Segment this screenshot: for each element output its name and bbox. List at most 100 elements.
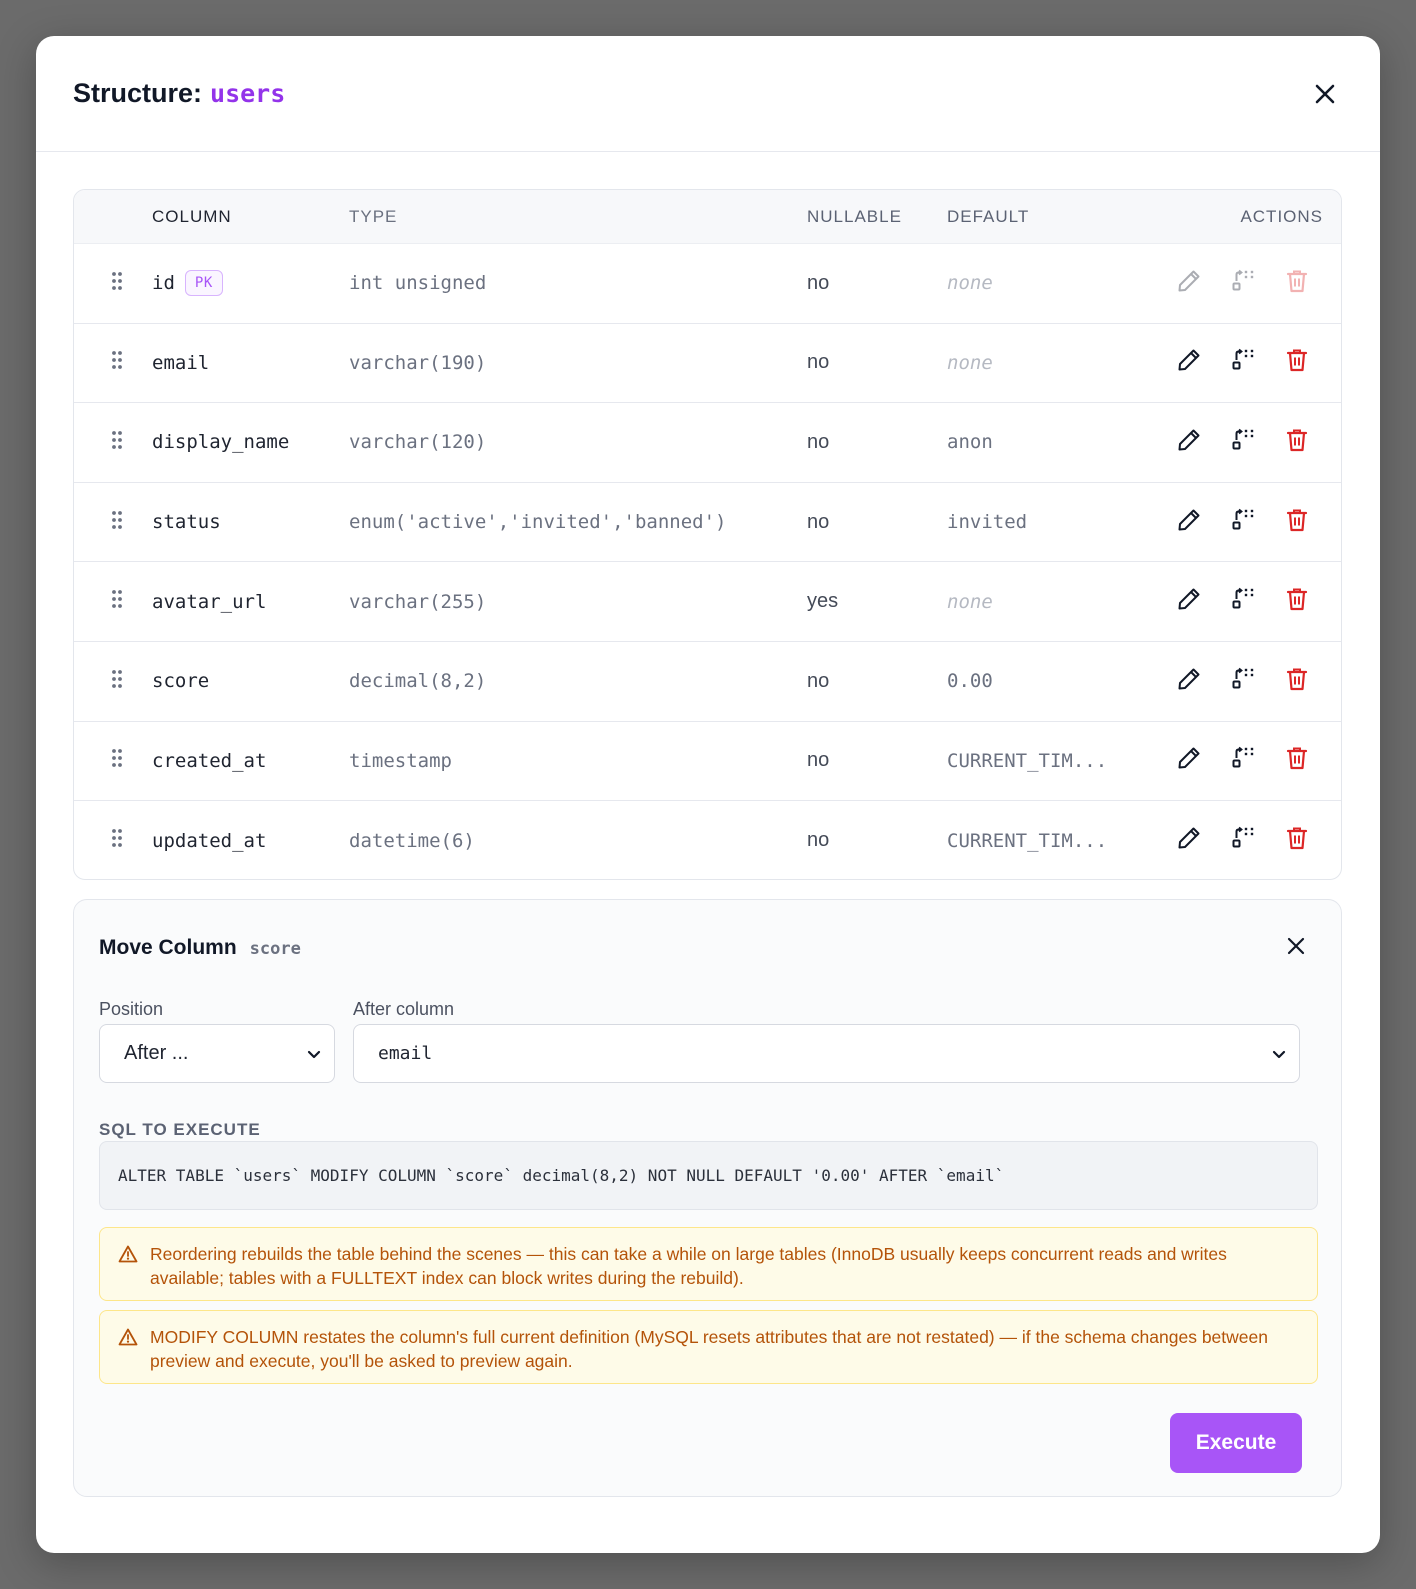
move-column-icon (1230, 666, 1256, 697)
column-nullable: no (807, 271, 830, 294)
drag-handle[interactable] (74, 510, 152, 535)
structure-modal: Structure: users COLUMN TYPE NULLABLE DE… (36, 36, 1380, 1553)
move-column-button[interactable] (1227, 347, 1259, 379)
warning-box-rebuild: Reordering rebuilds the table behind the… (99, 1227, 1318, 1301)
column-name: id (152, 272, 175, 295)
edit-column-button[interactable] (1173, 586, 1205, 618)
edit-column-button[interactable] (1173, 347, 1205, 379)
position-select[interactable]: After ... (99, 1024, 335, 1083)
warning-text: MODIFY COLUMN restates the column's full… (150, 1327, 1268, 1371)
column-default: 0.00 (947, 670, 993, 693)
sql-label: SQL TO EXECUTE (99, 1120, 261, 1139)
edit-column-button[interactable] (1173, 665, 1205, 697)
column-name: updated_at (152, 829, 267, 852)
column-nullable: yes (807, 590, 839, 613)
column-default: CURRENT_TIM... (947, 749, 1108, 772)
move-column-button[interactable] (1227, 825, 1259, 857)
close-move-panel-button[interactable] (1281, 931, 1311, 961)
drag-handle[interactable] (74, 669, 152, 694)
header-column: COLUMN (152, 206, 232, 226)
column-name: score (152, 670, 210, 693)
column-default: CURRENT_TIM... (947, 829, 1108, 852)
table-row: status enum('active','invited','banned') n… (74, 483, 1341, 563)
pencil-icon (1176, 666, 1202, 697)
trash-icon (1285, 586, 1309, 617)
warning-icon (118, 1245, 138, 1263)
edit-column-button[interactable] (1173, 506, 1205, 538)
column-type: int unsigned (349, 272, 487, 295)
move-column-icon (1230, 268, 1256, 299)
column-name-cell: updated_at (152, 830, 349, 852)
drag-handle[interactable] (74, 748, 152, 773)
column-default: none (947, 351, 993, 374)
column-name: email (152, 351, 210, 374)
trash-icon (1285, 427, 1309, 458)
delete-column-button[interactable] (1281, 506, 1313, 538)
move-column-icon (1230, 825, 1256, 856)
chevron-down-icon (1272, 1050, 1286, 1058)
move-column-button[interactable] (1227, 586, 1259, 618)
drag-handle[interactable] (74, 430, 152, 455)
after-column-select[interactable]: email (353, 1024, 1300, 1083)
move-column-button[interactable] (1227, 426, 1259, 458)
move-column-button[interactable] (1227, 506, 1259, 538)
row-actions (1157, 825, 1341, 857)
column-default: invited (947, 511, 1028, 534)
column-type: enum('active','invited','banned') (349, 511, 727, 534)
pencil-icon (1176, 347, 1202, 378)
edit-column-button[interactable] (1173, 426, 1205, 458)
column-name: status (152, 511, 221, 534)
close-modal-button[interactable] (1308, 77, 1342, 111)
edit-column-button (1173, 267, 1205, 299)
table-row: updated_at datetime(6) no CURRENT_TIM... (74, 801, 1341, 879)
pencil-icon (1176, 268, 1202, 299)
column-type: varchar(120) (349, 431, 487, 454)
row-actions (1157, 745, 1341, 777)
drag-handle[interactable] (74, 350, 152, 375)
row-actions (1157, 347, 1341, 379)
move-column-button (1227, 267, 1259, 299)
move-column-button[interactable] (1227, 665, 1259, 697)
table-row: id PK int unsigned no none (74, 244, 1341, 324)
delete-column-button[interactable] (1281, 745, 1313, 777)
after-column-label: After column (353, 999, 455, 1019)
row-actions (1157, 426, 1341, 458)
table-row: score decimal(8,2) no 0.00 (74, 642, 1341, 722)
delete-column-button[interactable] (1281, 586, 1313, 618)
delete-column-button[interactable] (1281, 347, 1313, 379)
column-type: timestamp (349, 749, 452, 772)
drag-handle[interactable] (74, 271, 152, 296)
column-default: none (947, 272, 993, 295)
table-row: created_at timestamp no CURRENT_TIM... (74, 722, 1341, 802)
close-icon (1315, 84, 1335, 103)
delete-column-button[interactable] (1281, 426, 1313, 458)
pencil-icon (1176, 825, 1202, 856)
move-column-icon (1230, 586, 1256, 617)
delete-column-button[interactable] (1281, 665, 1313, 697)
column-name: display_name (152, 431, 290, 454)
modal-header: Structure: users (36, 36, 1380, 152)
edit-column-button[interactable] (1173, 825, 1205, 857)
column-type: varchar(190) (349, 351, 487, 374)
column-name: avatar_url (152, 590, 267, 613)
drag-handle-icon (111, 430, 123, 455)
table-row: avatar_url varchar(255) yes none (74, 562, 1341, 642)
column-nullable: no (807, 510, 830, 533)
drag-handle-icon (111, 271, 123, 296)
trash-icon (1285, 507, 1309, 538)
delete-column-button[interactable] (1281, 825, 1313, 857)
column-type: varchar(255) (349, 590, 487, 613)
move-column-button[interactable] (1227, 745, 1259, 777)
drag-handle[interactable] (74, 828, 152, 853)
row-actions (1157, 665, 1341, 697)
close-icon (1287, 937, 1305, 955)
edit-column-button[interactable] (1173, 745, 1205, 777)
drag-handle-icon (111, 589, 123, 614)
primary-key-badge: PK (184, 270, 223, 297)
move-column-icon (1230, 507, 1256, 538)
drag-handle[interactable] (74, 589, 152, 614)
trash-icon (1285, 347, 1309, 378)
column-name-cell: score (152, 670, 349, 692)
execute-button[interactable]: Execute (1170, 1413, 1302, 1473)
warning-text: Reordering rebuilds the table behind the… (150, 1244, 1227, 1288)
